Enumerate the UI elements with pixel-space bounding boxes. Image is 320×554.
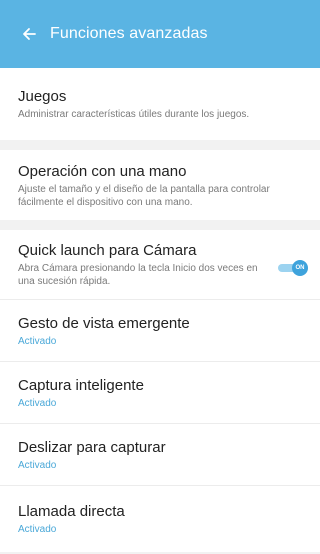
quick-launch-toggle[interactable]: ON	[278, 260, 308, 276]
settings-item-deslizar-capturar[interactable]: Deslizar para capturar Activado	[0, 424, 320, 486]
settings-item-quick-launch-camara[interactable]: Quick launch para Cámara Abra Cámara pre…	[0, 230, 320, 300]
item-subtitle: Ajuste el tamaño y el diseño de la panta…	[18, 183, 270, 208]
back-arrow-icon[interactable]	[18, 23, 40, 45]
item-status: Activado	[18, 397, 57, 409]
page-title: Funciones avanzadas	[50, 25, 208, 42]
settings-item-llamada-directa[interactable]: Llamada directa Activado	[0, 486, 320, 552]
item-subtitle: Administrar características útiles duran…	[18, 109, 250, 120]
settings-item-gesto-vista-emergente[interactable]: Gesto de vista emergente Activado	[0, 300, 320, 362]
item-status: Activado	[18, 335, 57, 347]
item-status: Activado	[18, 524, 57, 535]
item-title: Operación con una mano	[18, 162, 187, 180]
card-operacion: Operación con una mano Ajuste el tamaño …	[0, 150, 320, 220]
item-title: Gesto de vista emergente	[18, 314, 190, 332]
item-status: Activado	[18, 459, 57, 471]
item-title: Quick launch para Cámara	[18, 242, 197, 259]
settings-item-captura-inteligente[interactable]: Captura inteligente Activado	[0, 362, 320, 424]
item-title: Deslizar para capturar	[18, 438, 166, 456]
item-title: Captura inteligente	[18, 376, 144, 394]
card-gestures: Quick launch para Cámara Abra Cámara pre…	[0, 230, 320, 552]
toggle-thumb: ON	[292, 260, 308, 276]
app-header: Funciones avanzadas	[0, 0, 320, 68]
settings-list: Juegos Administrar características útile…	[0, 68, 320, 552]
settings-item-operacion-una-mano[interactable]: Operación con una mano Ajuste el tamaño …	[0, 150, 320, 220]
section-divider	[0, 140, 320, 150]
section-divider	[0, 220, 320, 230]
settings-item-juegos[interactable]: Juegos Administrar características útile…	[0, 68, 320, 140]
item-title: Llamada directa	[18, 503, 125, 520]
card-juegos: Juegos Administrar características útile…	[0, 68, 320, 140]
item-subtitle: Abra Cámara presionando la tecla Inicio …	[18, 263, 258, 287]
item-title: Juegos	[18, 88, 67, 105]
